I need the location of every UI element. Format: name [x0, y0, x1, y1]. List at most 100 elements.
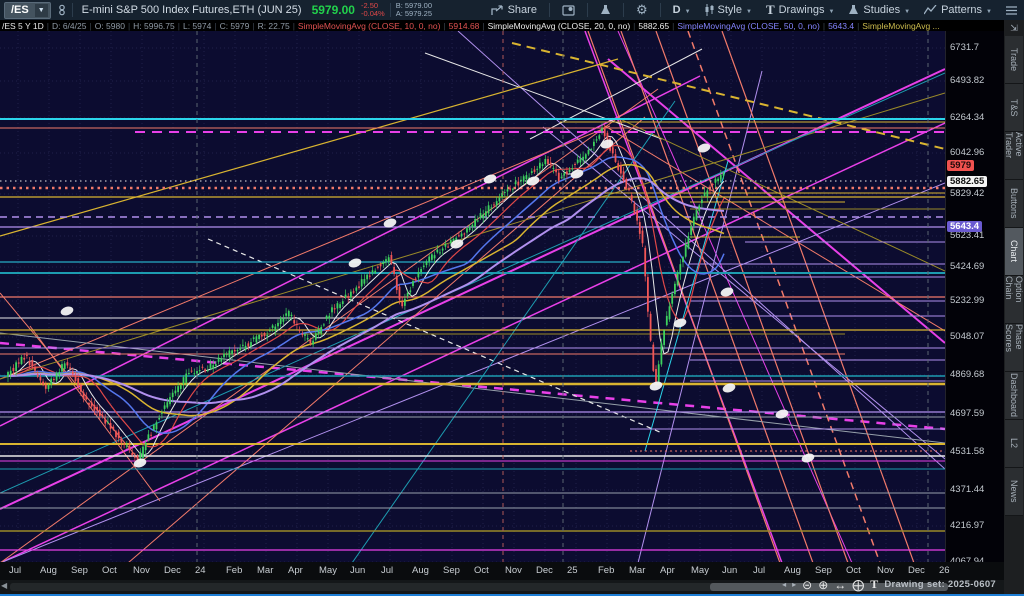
scroll-left-icon[interactable]: ◀ — [1, 581, 7, 590]
date-tick: Nov — [133, 565, 150, 576]
divider: | — [672, 20, 675, 31]
divider — [659, 3, 661, 17]
price-axis-label: 5232.99 — [950, 295, 985, 306]
status-segment: R: 22.75 — [257, 20, 290, 31]
divider: | — [822, 20, 826, 31]
date-tick: Aug — [784, 565, 801, 576]
date-tick: Oct — [102, 565, 117, 576]
last-price: 5979.00 — [311, 3, 355, 17]
bid-ask: B: 5979.00 A: 5979.25 — [395, 1, 432, 18]
crosshair-icon[interactable]: ⨁ — [852, 578, 864, 592]
date-tick: Aug — [40, 565, 57, 576]
divider: | — [633, 20, 636, 31]
date-tick: Jul — [381, 565, 394, 576]
price-axis-label: 4697.59 — [950, 408, 985, 419]
sidebar-tab-dashboard[interactable]: Dashboard — [1005, 372, 1023, 420]
analysis-tools-button[interactable] — [593, 0, 618, 20]
status-segment: H: 5996.75 — [133, 20, 175, 31]
link-icon[interactable] — [57, 4, 67, 16]
status-segment: C: 5979 — [219, 20, 250, 31]
text-tool-icon: T — [765, 2, 775, 17]
patterns-button[interactable]: Patterns ▼ — [917, 0, 999, 20]
alerts-button[interactable] — [555, 0, 582, 20]
share-button[interactable]: Share — [484, 0, 544, 20]
sidebar-tab-buttons[interactable]: Buttons — [1005, 180, 1023, 228]
date-tick: Dec — [908, 565, 925, 576]
divider: | — [857, 20, 860, 31]
date-tick: 25 — [567, 565, 578, 576]
price-axis-label: 5048.07 — [950, 331, 985, 342]
thinkorswim-window: /ES ▼ E-mini S&P 500 Index Futures,ETH (… — [0, 0, 1024, 596]
divider: | — [177, 20, 180, 31]
date-tick: Mar — [629, 565, 646, 576]
symbol-input[interactable]: /ES ▼ — [4, 1, 51, 19]
status-segment: SimpleMovingAvg ... — [862, 20, 940, 31]
chart-bottom-controls: ◂ ▸ ⊝ ⊕ ↔ ⨁ T Drawing set: 2025-0607 — [782, 577, 996, 592]
status-segment: /ES 5 Y 1D — [2, 20, 44, 31]
pan-mode-icon[interactable]: ↔ — [834, 578, 846, 592]
price-axis-label: 5829.42 — [950, 188, 985, 199]
sidebar-tab-trade[interactable]: Trade — [1005, 36, 1023, 84]
date-tick: Jun — [350, 565, 366, 576]
top-toolbar: /ES ▼ E-mini S&P 500 Index Futures,ETH (… — [0, 0, 1024, 20]
sidebar-tab-chart[interactable]: Chart — [1005, 228, 1023, 276]
price-change: -2.50 -0.04% — [360, 1, 385, 18]
price-axis-label: 4216.97 — [950, 520, 985, 531]
status-segment: 5643.4 — [828, 20, 855, 31]
divider: | — [127, 20, 131, 31]
drawing-set-label: Drawing set: 2025-0607 — [884, 579, 996, 590]
timeframe-button[interactable]: D ▼ — [666, 0, 698, 20]
symbol-dropdown-icon[interactable]: ▼ — [34, 3, 48, 17]
sidebar-tab-option-chain[interactable]: Option Chain — [1004, 276, 1024, 324]
sidebar-tab-phase-scores[interactable]: Phase Scores — [1004, 324, 1024, 372]
date-tick: Nov — [877, 565, 894, 576]
status-segment: 5914.68 — [448, 20, 480, 31]
style-button[interactable]: Style ▼ — [698, 0, 759, 20]
drawings-button[interactable]: T Drawings ▼ — [759, 0, 841, 20]
pan-right-icon[interactable]: ▸ — [792, 580, 796, 589]
price-axis[interactable]: 6731.7 6493.82 6264.34 6042.96 5829.42 5623.4… — [945, 31, 1005, 567]
sidebar-tab-t-s[interactable]: T&S — [1005, 84, 1023, 132]
toolbar-right-group: Share ⚙ D ▼ Style ▼ T Drawings ▼ Studies… — [484, 0, 1024, 20]
sidebar-tabs: ⇲ Trade T&S Active Trader Buttons Chart Optio… — [1004, 20, 1024, 596]
status-segment: O: 5980 — [94, 20, 125, 31]
divider: | — [292, 20, 295, 31]
price-badge: 5643.4 — [947, 221, 983, 232]
settings-button[interactable]: ⚙ — [629, 0, 655, 20]
status-segment: D: 6/4/25 — [51, 20, 87, 31]
divider: | — [89, 20, 92, 31]
price-axis-label: 6264.34 — [950, 112, 985, 123]
menu-button[interactable] — [999, 0, 1024, 20]
divider: | — [46, 20, 49, 31]
date-tick: Oct — [846, 565, 861, 576]
divider: | — [214, 20, 217, 31]
sidebar-tab-active-trader[interactable]: Active Trader — [1004, 132, 1024, 180]
date-tick: 26 — [939, 565, 950, 576]
expand-icon[interactable]: ⇲ — [1004, 20, 1024, 36]
zoom-out-icon[interactable]: ⊝ — [802, 578, 812, 592]
date-tick: Apr — [288, 565, 303, 576]
date-tick: Feb — [598, 565, 615, 576]
sidebar-tab-l2[interactable]: L2 — [1005, 420, 1023, 468]
date-tick: Jul — [9, 565, 22, 576]
status-segment: L: 5974 — [182, 20, 212, 31]
zoom-in-icon[interactable]: ⊕ — [818, 578, 828, 592]
date-tick: Aug — [412, 565, 429, 576]
sidebar-tab-news[interactable]: News — [1005, 468, 1023, 516]
divider — [548, 3, 550, 17]
hamburger-icon — [1006, 5, 1017, 15]
divider: | — [482, 20, 485, 31]
pan-left-icon[interactable]: ◂ — [782, 580, 786, 589]
chart-scrollbar[interactable]: ◀ ◂ ▸ ⊝ ⊕ ↔ ⨁ T Drawing set: 2025-0607 — [0, 577, 1004, 594]
price-axis-label: 5424.69 — [950, 261, 985, 272]
date-tick: May — [691, 565, 709, 576]
price-badge: 5882.65 — [947, 176, 988, 187]
date-tick: May — [319, 565, 337, 576]
price-axis-label: 4531.58 — [950, 446, 985, 457]
instrument-title: E-mini S&P 500 Index Futures,ETH (JUN 25… — [81, 4, 302, 16]
window-alert-icon — [562, 4, 575, 16]
chart-canvas[interactable] — [0, 30, 949, 584]
studies-button[interactable]: Studies ▼ — [841, 0, 917, 20]
studies-flask-icon — [848, 4, 859, 16]
text-note-icon[interactable]: T — [870, 577, 878, 592]
